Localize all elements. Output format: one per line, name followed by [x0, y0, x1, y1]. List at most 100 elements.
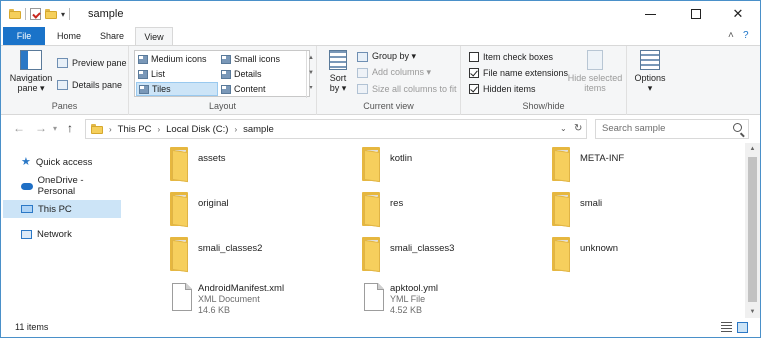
nav-item-network[interactable]: Network [3, 225, 121, 243]
item-size: 14.6 KB [198, 305, 231, 315]
breadcrumb-separator-icon[interactable]: › [157, 125, 160, 134]
details-view-icon[interactable] [721, 322, 732, 333]
layout-content[interactable]: Content [219, 82, 299, 96]
list-item-folder[interactable]: original [170, 192, 350, 232]
nav-item-label: Network [37, 228, 72, 240]
customize-toolbar-chevron-icon[interactable]: ▾ [61, 10, 65, 19]
address-history-chevron-icon[interactable]: ⌄ [560, 124, 567, 133]
details-pane-button[interactable]: Details pane [57, 78, 122, 91]
layout-small-icons[interactable]: Small icons [219, 52, 299, 66]
back-arrow-icon[interactable]: ← [13, 121, 25, 135]
sort-by-button[interactable]: Sort by ▾ [325, 50, 351, 93]
minimize-icon [644, 13, 656, 15]
collapse-ribbon-chevron-icon[interactable]: ˄ [728, 30, 734, 41]
nav-item-this-pc[interactable]: This PC [3, 200, 121, 218]
details-pane-icon [57, 79, 68, 90]
list-item-folder[interactable]: unknown [552, 237, 732, 277]
vertical-scrollbar[interactable]: ▲ ▼ [745, 143, 760, 318]
breadcrumb-separator-icon[interactable]: › [234, 125, 237, 134]
hidden-items-checkbox[interactable] [469, 83, 479, 94]
item-name: AndroidManifest.xml [198, 283, 285, 294]
layout-details-label: Details [234, 69, 262, 79]
up-arrow-icon[interactable]: ↑ [67, 121, 73, 135]
scroll-down-icon[interactable]: ▼ [745, 306, 760, 318]
item-size: 4.52 KB [390, 305, 423, 315]
hide-selected-items-button[interactable]: Hide selected items [567, 50, 623, 93]
layout-medium-icons[interactable]: Medium icons [136, 52, 218, 66]
help-icon[interactable]: ? [743, 30, 749, 41]
add-columns-button[interactable]: Add columns ▾ [357, 66, 431, 79]
item-name: smali_classes3 [390, 243, 455, 254]
list-item-folder[interactable]: kotlin [362, 147, 542, 187]
options-group: Options ▾ [627, 46, 673, 115]
list-item-file[interactable]: apktool.yml YML File 4.52 KB [362, 281, 542, 321]
preview-pane-button[interactable]: Preview pane [57, 56, 127, 69]
file-name-extensions-toggle[interactable]: File name extensions [469, 66, 568, 79]
breadcrumb-this-pc[interactable]: This PC [118, 124, 152, 135]
new-folder-icon[interactable] [45, 9, 57, 19]
list-item-folder[interactable]: res [362, 192, 542, 232]
folder-icon [552, 192, 574, 228]
tiles-icon [139, 84, 149, 94]
layout-small-icons-label: Small icons [234, 54, 281, 64]
properties-icon[interactable] [30, 8, 41, 20]
navigation-pane: ★ Quick access OneDrive - Personal This … [1, 143, 122, 318]
layout-content-label: Content [234, 84, 266, 94]
options-button[interactable]: Options ▾ [631, 50, 669, 93]
item-info: AndroidManifest.xml XML Document 14.6 KB [198, 283, 284, 316]
item-name: smali_classes2 [198, 243, 263, 254]
size-all-columns-label: Size all columns to fit [372, 83, 457, 94]
layout-gallery-scroller[interactable]: ▲ ▼ ▾ [306, 51, 315, 98]
item-type: YML File [390, 294, 426, 304]
breadcrumb-local-disk[interactable]: Local Disk (C:) [166, 124, 228, 135]
layout-tiles[interactable]: Tiles [136, 82, 218, 96]
item-check-boxes-toggle[interactable]: Item check boxes [469, 50, 553, 63]
list-item-file[interactable]: AndroidManifest.xml XML Document 14.6 KB [170, 281, 350, 321]
navigation-pane-button[interactable]: Navigation pane ▾ [9, 50, 53, 93]
list-item-folder[interactable]: META-INF [552, 147, 732, 187]
refresh-icon[interactable]: ↻ [574, 123, 582, 134]
search-icon[interactable] [733, 123, 742, 132]
forward-arrow-icon[interactable]: → [35, 121, 47, 135]
file-list: assets kotlin META-INF original res smal… [122, 143, 745, 318]
tab-share[interactable]: Share [93, 27, 131, 45]
breadcrumb-sample[interactable]: sample [243, 124, 274, 135]
show-hide-group-label: Show/hide [522, 101, 565, 111]
address-bar[interactable]: › This PC › Local Disk (C:) › sample ⌄ ↻ [85, 119, 587, 139]
show-hide-group: Item check boxes File name extensions Hi… [461, 46, 627, 115]
size-all-columns-button[interactable]: Size all columns to fit [357, 82, 457, 95]
tab-home[interactable]: Home [51, 27, 87, 45]
group-by-label: Group by ▾ [372, 51, 417, 61]
hidden-items-toggle[interactable]: Hidden items [469, 82, 536, 95]
tab-file[interactable]: File [3, 27, 45, 45]
nav-item-onedrive[interactable]: OneDrive - Personal [3, 175, 121, 197]
large-icons-view-icon[interactable] [737, 322, 748, 333]
recent-locations-chevron-icon[interactable]: ▾ [53, 124, 57, 133]
file-name-extensions-checkbox[interactable] [469, 67, 479, 78]
nav-item-quick-access[interactable]: ★ Quick access [3, 153, 121, 171]
item-type: XML Document [198, 294, 260, 304]
folder-icon [362, 237, 384, 273]
tab-view[interactable]: View [135, 27, 173, 46]
scrollbar-thumb[interactable] [748, 157, 757, 302]
layout-list-label: List [151, 69, 166, 79]
list-item-folder[interactable]: smali [552, 192, 732, 232]
item-check-boxes-checkbox[interactable] [469, 51, 479, 62]
minimize-button[interactable] [627, 1, 673, 27]
list-item-folder[interactable]: smali_classes2 [170, 237, 350, 277]
search-box[interactable]: Search sample [595, 119, 749, 139]
list-item-folder[interactable]: assets [170, 147, 350, 187]
list-item-folder[interactable]: smali_classes3 [362, 237, 542, 277]
scroll-up-icon[interactable]: ▲ [745, 143, 760, 155]
maximize-button[interactable] [673, 1, 719, 27]
breadcrumb-separator-icon[interactable]: › [109, 125, 112, 134]
close-button[interactable]: ✕ [715, 1, 760, 27]
current-view-group: Sort by ▾ Group by ▾ Add columns ▾ Size … [317, 46, 461, 115]
layout-list[interactable]: List [136, 67, 218, 81]
current-view-group-label: Current view [363, 101, 414, 111]
document-icon [172, 283, 192, 311]
group-by-button[interactable]: Group by ▾ [357, 50, 416, 63]
layout-details[interactable]: Details [219, 67, 299, 81]
status-bar: 11 items [1, 318, 760, 337]
hide-selected-icon [587, 50, 603, 70]
